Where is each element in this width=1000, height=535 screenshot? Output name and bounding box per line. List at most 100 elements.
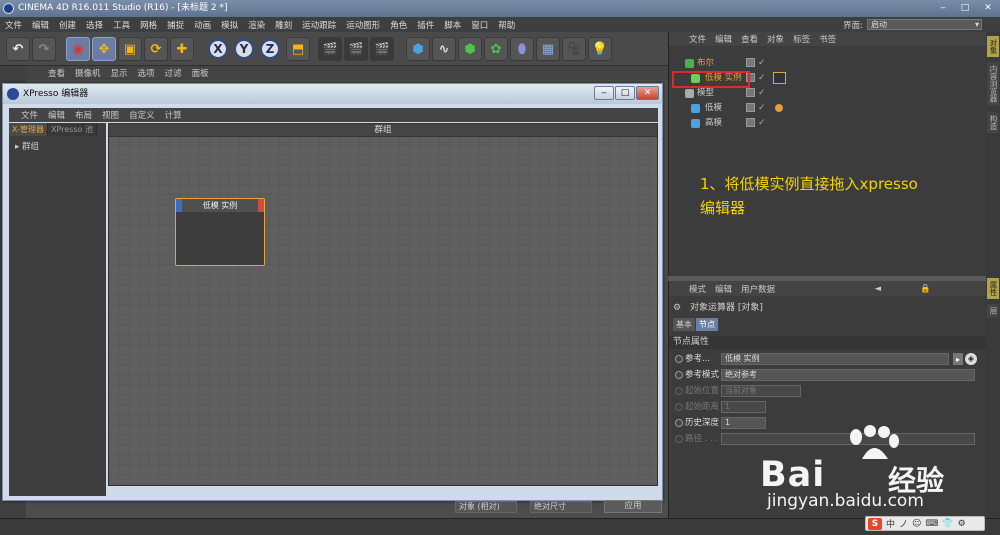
reference-mode-select[interactable]: 绝对参考 <box>721 369 975 381</box>
xpresso-menu-calculate[interactable]: 计算 <box>165 109 182 121</box>
material-tag-icon[interactable] <box>775 104 783 112</box>
scale-icon[interactable]: ▣ <box>118 37 142 61</box>
om-menu-tags[interactable]: 标签 <box>793 33 810 45</box>
object-row-low[interactable]: 低模 ✓ <box>669 101 986 115</box>
animation-dot-icon[interactable] <box>675 371 683 379</box>
menu-motion-tracking[interactable]: 运动跟踪 <box>297 19 341 31</box>
move-icon[interactable]: ✥ <box>92 37 116 61</box>
ime-settings-icon[interactable]: ⚙ <box>958 519 966 529</box>
tab-node[interactable]: 节点 <box>696 318 718 331</box>
coordinate-mode-select[interactable]: 对象 (相对) <box>455 501 517 513</box>
lock-icon[interactable]: 🔒 <box>920 284 931 294</box>
menu-character[interactable]: 角色 <box>385 19 412 31</box>
menu-window[interactable]: 窗口 <box>466 19 493 31</box>
menu-simulate[interactable]: 模拟 <box>216 19 243 31</box>
reference-field[interactable]: 低模 实例 <box>721 353 949 365</box>
xpresso-tag-icon[interactable] <box>773 72 786 84</box>
size-mode-select[interactable]: 绝对尺寸 <box>530 501 592 513</box>
menu-create[interactable]: 创建 <box>54 19 81 31</box>
animation-dot-icon[interactable] <box>675 355 683 363</box>
viewport-menu-display[interactable]: 显示 <box>111 67 128 79</box>
menu-snap[interactable]: 捕捉 <box>162 19 189 31</box>
y-axis-icon[interactable]: Y <box>234 39 254 59</box>
animation-dot-icon[interactable] <box>675 419 683 427</box>
am-menu-mode[interactable]: 模式 <box>689 283 706 295</box>
light-icon[interactable]: 💡 <box>588 37 612 61</box>
ime-punctuation-icon[interactable]: ノ <box>899 517 908 530</box>
coordinate-system-icon[interactable]: ⬒ <box>286 37 310 61</box>
am-menu-edit[interactable]: 编辑 <box>715 283 732 295</box>
spline-pen-icon[interactable]: ∿ <box>432 37 456 61</box>
menu-mesh[interactable]: 网格 <box>135 19 162 31</box>
tab-basic[interactable]: 基本 <box>673 318 695 331</box>
menu-tools[interactable]: 工具 <box>108 19 135 31</box>
deformer-icon[interactable]: ⬮ <box>510 37 534 61</box>
viewport-menu-camera[interactable]: 摄像机 <box>75 67 101 79</box>
enabled-check-icon[interactable]: ✓ <box>758 56 766 70</box>
menu-edit[interactable]: 编辑 <box>27 19 54 31</box>
right-tab-content-browser[interactable]: 内容浏览器 <box>987 62 999 106</box>
enabled-check-icon[interactable]: ✓ <box>758 71 766 85</box>
om-menu-edit[interactable]: 编辑 <box>715 33 732 45</box>
viewport-menu-view[interactable]: 查看 <box>48 67 65 79</box>
enabled-check-icon[interactable]: ✓ <box>758 116 766 130</box>
xpresso-minimize-button[interactable]: ‒ <box>594 86 614 100</box>
menu-render[interactable]: 渲染 <box>243 19 270 31</box>
apply-button[interactable]: 应用 <box>604 500 662 513</box>
xpresso-maximize-button[interactable]: □ <box>615 86 635 100</box>
recent-tools-icon[interactable]: ✚ <box>170 37 194 61</box>
render-picture-viewer-icon[interactable]: 🎬 <box>344 37 368 61</box>
xpresso-menu-custom[interactable]: 自定义 <box>129 109 155 121</box>
viewport-menu-panel[interactable]: 面板 <box>192 67 209 79</box>
window-maximize-button[interactable]: □ <box>956 2 974 16</box>
back-arrow-icon[interactable]: ◄ <box>874 284 881 294</box>
menu-sculpt[interactable]: 雕刻 <box>270 19 297 31</box>
live-selection-icon[interactable]: ◉ <box>66 37 90 61</box>
right-tab-layers[interactable]: 层 <box>987 304 999 318</box>
window-close-button[interactable]: ✕ <box>978 2 998 16</box>
xpresso-menu-file[interactable]: 文件 <box>21 109 38 121</box>
viewport-menu-options[interactable]: 选项 <box>138 67 155 79</box>
tab-xpresso-pool[interactable]: XPresso 池 <box>47 123 97 136</box>
xpresso-menu-layout[interactable]: 布局 <box>75 109 92 121</box>
right-tab-structure[interactable]: 构造 <box>987 112 999 133</box>
am-menu-userdata[interactable]: 用户数据 <box>741 283 775 295</box>
ime-chinese-mode[interactable]: 中 <box>886 517 895 530</box>
x-axis-icon[interactable]: X <box>208 39 228 59</box>
om-menu-view[interactable]: 查看 <box>741 33 758 45</box>
array-icon[interactable]: ✿ <box>484 37 508 61</box>
xpresso-menu-view[interactable]: 视图 <box>102 109 119 121</box>
object-row-model[interactable]: 模型 ✓ <box>669 86 986 100</box>
menu-mograph[interactable]: 运动图形 <box>341 19 385 31</box>
ime-keyboard-icon[interactable]: ⌨ <box>925 519 938 529</box>
tree-item-group[interactable]: 群组 <box>22 142 39 152</box>
camera-icon[interactable]: 🎥 <box>562 37 586 61</box>
window-minimize-button[interactable]: ‒ <box>934 2 952 16</box>
right-tab-objects[interactable]: 对象 <box>987 36 999 57</box>
om-menu-file[interactable]: 文件 <box>689 33 706 45</box>
subdivision-surface-icon[interactable]: ⬢ <box>458 37 482 61</box>
z-axis-icon[interactable]: Z <box>260 39 280 59</box>
tree-expand-icon[interactable]: ▸ <box>15 142 22 152</box>
xpresso-node-canvas[interactable]: 群组 低模 实例 <box>108 123 658 486</box>
redo-icon[interactable]: ↷ <box>32 37 56 61</box>
object-row-boole[interactable]: 布尔 ✓ <box>669 56 986 70</box>
menu-script[interactable]: 脚本 <box>439 19 466 31</box>
cube-icon[interactable]: ⬢ <box>406 37 430 61</box>
ime-skin-icon[interactable]: 👕 <box>942 519 953 529</box>
render-view-icon[interactable]: 🎬 <box>318 37 342 61</box>
floor-icon[interactable]: ▦ <box>536 37 560 61</box>
menu-file[interactable]: 文件 <box>0 19 27 31</box>
undo-icon[interactable]: ↶ <box>6 37 30 61</box>
xpresso-close-button[interactable]: ✕ <box>636 86 659 100</box>
ime-emoji-icon[interactable]: ☺ <box>912 519 921 529</box>
tab-x-manager[interactable]: X-管理器 <box>9 123 48 136</box>
object-row-high[interactable]: 高模 ✓ <box>669 116 986 130</box>
pick-arrow-icon[interactable]: ▸ <box>953 353 963 365</box>
om-menu-objects[interactable]: 对象 <box>767 33 784 45</box>
xpresso-menu-edit[interactable]: 编辑 <box>48 109 65 121</box>
rotate-icon[interactable]: ⟳ <box>144 37 168 61</box>
layout-dropdown[interactable]: 启动 <box>867 19 982 30</box>
viewport-menu-filter[interactable]: 过滤 <box>165 67 182 79</box>
right-tab-attributes[interactable]: 属性 <box>987 278 999 299</box>
